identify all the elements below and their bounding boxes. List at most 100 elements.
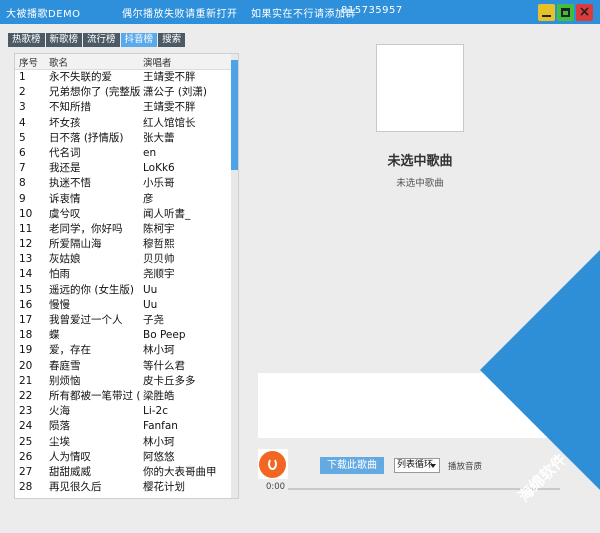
table-row[interactable]: 3 不知所措 王靖雯不胖 [15, 99, 231, 114]
table-row[interactable]: 28 再见很久后 樱花计划 [15, 479, 231, 494]
table-row[interactable]: 17 我曾爱过一个人 子尧 [15, 312, 231, 327]
row-artist: 子尧 [143, 314, 164, 326]
table-row[interactable]: 21 别烦恼 皮卡丘多多 [15, 373, 231, 388]
row-index: 27 [19, 465, 33, 478]
row-artist: 穆哲熙 [143, 238, 175, 251]
table-row[interactable]: 20 春庭雪 等什么君 [15, 358, 231, 373]
row-index: 17 [19, 314, 33, 326]
table-row[interactable]: 11 老同学，你好吗 陈柯宇 [15, 221, 231, 236]
tab-hot[interactable]: 热歌榜 [8, 33, 45, 47]
title-bar: 大被播歌DEMO 偶尔播放失败请重新打开 如果实在不行请添加群 81573595… [0, 0, 600, 24]
time-readout: 0:00 [266, 482, 286, 492]
row-index: 6 [19, 146, 26, 159]
row-index: 4 [19, 116, 26, 129]
row-artist: 潇公子 (刘潇) [143, 86, 208, 99]
row-artist: Fanfan [143, 420, 178, 433]
download-button[interactable]: 下载此歌曲 [320, 457, 384, 474]
watermark-text: 海绵软件 [514, 450, 570, 506]
table-row[interactable]: 5 日不落 (抒情版) 张大蕾 [15, 130, 231, 145]
row-index: 24 [19, 420, 33, 433]
row-artist: 林小珂 [143, 435, 175, 448]
table-row[interactable]: 26 人为情叹 阿悠悠 [15, 449, 231, 464]
row-title: 甜甜威威 [49, 465, 91, 478]
row-title: 人为情叹 [49, 450, 91, 463]
table-row[interactable]: 6 代名词 en [15, 145, 231, 160]
table-row[interactable]: 4 坏女孩 红人馆馆长 [15, 115, 231, 130]
row-title: 尘埃 [49, 435, 70, 448]
table-row[interactable]: 14 怕雨 尧顺宇 [15, 266, 231, 281]
row-index: 5 [19, 131, 26, 144]
table-row[interactable]: 2 兄弟想你了 (完整版... 潇公子 (刘潇) [15, 84, 231, 99]
row-title: 慢慢 [49, 298, 70, 311]
table-row[interactable]: 19 爱，存在 林小珂 [15, 342, 231, 357]
row-title: 虞兮叹 [49, 207, 81, 220]
row-artist: Li-2c [143, 405, 169, 418]
tab-popular[interactable]: 流行榜 [83, 33, 120, 47]
row-artist: 尧顺宇 [143, 268, 175, 281]
table-row[interactable]: 15 遥远的你 (女生版) Uu [15, 282, 231, 297]
table-row[interactable]: 18 蝶 Bo Peep [15, 327, 231, 342]
song-list: 序号 歌名 演唱者 1 永不失联的爱 王靖雯不胖 2 兄弟想你了 (完整版... 潇公子 … [14, 53, 239, 499]
row-index: 8 [19, 177, 26, 190]
table-row[interactable]: 23 火海 Li-2c [15, 403, 231, 418]
row-title: 所有都被一笔带过 (... [49, 389, 141, 402]
row-artist: 皮卡丘多多 [143, 374, 196, 387]
row-artist: Uu [143, 283, 158, 296]
chart-tabs: 热歌榜 新歌榜 流行榜 抖音榜 搜索 [8, 33, 186, 47]
row-title: 爱，存在 [49, 344, 91, 357]
row-title: 再见很久后 [49, 481, 102, 494]
row-artist: 红人馆馆长 [143, 116, 196, 129]
table-row[interactable]: 16 慢慢 Uu [15, 297, 231, 312]
song-title: 未选中歌曲 [387, 154, 453, 169]
scrollbar-thumb[interactable] [231, 60, 238, 170]
row-index: 11 [19, 222, 33, 235]
row-index: 3 [19, 101, 26, 114]
column-header-title[interactable]: 歌名 [49, 55, 141, 69]
row-index: 23 [19, 405, 33, 418]
tab-douyin[interactable]: 抖音榜 [120, 33, 158, 47]
row-artist: 张大蕾 [143, 131, 175, 144]
row-title: 遥远的你 (女生版) [49, 283, 135, 296]
tab-new[interactable]: 新歌榜 [45, 33, 83, 47]
maximize-icon[interactable] [557, 4, 574, 21]
table-row[interactable]: 13 灰姑娘 贝贝帅 [15, 251, 231, 266]
table-row[interactable]: 24 陨落 Fanfan [15, 418, 231, 433]
row-title: 坏女孩 [49, 116, 81, 129]
tab-search[interactable]: 搜索 [158, 33, 186, 47]
notice-text: 偶尔播放失败请重新打开 [122, 9, 238, 20]
row-index: 10 [19, 207, 33, 220]
row-title: 灰姑娘 [49, 253, 81, 266]
table-row[interactable]: 22 所有都被一笔带过 (... 梁胜皓 [15, 388, 231, 403]
close-icon[interactable]: × [576, 4, 593, 21]
row-index: 1 [19, 71, 26, 83]
list-scrollbar[interactable] [231, 54, 238, 498]
table-row[interactable]: 9 诉衷情 彦 [15, 191, 231, 206]
row-index: 18 [19, 329, 33, 342]
table-row[interactable]: 8 执迷不悟 小乐哥 [15, 175, 231, 190]
row-index: 15 [19, 283, 33, 296]
table-row[interactable]: 25 尘埃 林小珂 [15, 434, 231, 449]
play-icon[interactable] [259, 451, 286, 478]
minimize-icon[interactable] [538, 4, 555, 21]
column-header-artist[interactable]: 演唱者 [143, 55, 229, 69]
table-row[interactable]: 10 虞兮叹 闻人听書_ [15, 206, 231, 221]
row-artist: 你的大表哥曲甲 [143, 465, 217, 478]
row-index: 13 [19, 253, 33, 266]
app-title: 大被播歌DEMO [6, 9, 81, 20]
row-title: 永不失联的爱 [49, 71, 112, 83]
table-row[interactable]: 27 甜甜威威 你的大表哥曲甲 [15, 464, 231, 479]
row-title: 我曾爱过一个人 [49, 314, 123, 326]
table-row[interactable]: 12 所爱隔山海 穆哲熙 [15, 236, 231, 251]
row-title: 别烦恼 [49, 374, 81, 387]
row-index: 21 [19, 374, 33, 387]
list-header: 序号 歌名 演唱者 [15, 54, 231, 70]
row-title: 诉衷情 [49, 192, 81, 205]
column-header-index[interactable]: 序号 [19, 55, 47, 69]
play-mode-select[interactable]: 列表循环 [394, 458, 440, 473]
row-artist: 梁胜皓 [143, 389, 175, 402]
quality-label: 播放音质 [448, 462, 483, 472]
table-row[interactable]: 7 我还是 LoKk6 [15, 160, 231, 175]
table-row[interactable]: 1 永不失联的爱 王靖雯不胖 [15, 69, 231, 84]
row-artist: 闻人听書_ [143, 207, 191, 220]
row-title: 兄弟想你了 (完整版... [49, 86, 141, 99]
